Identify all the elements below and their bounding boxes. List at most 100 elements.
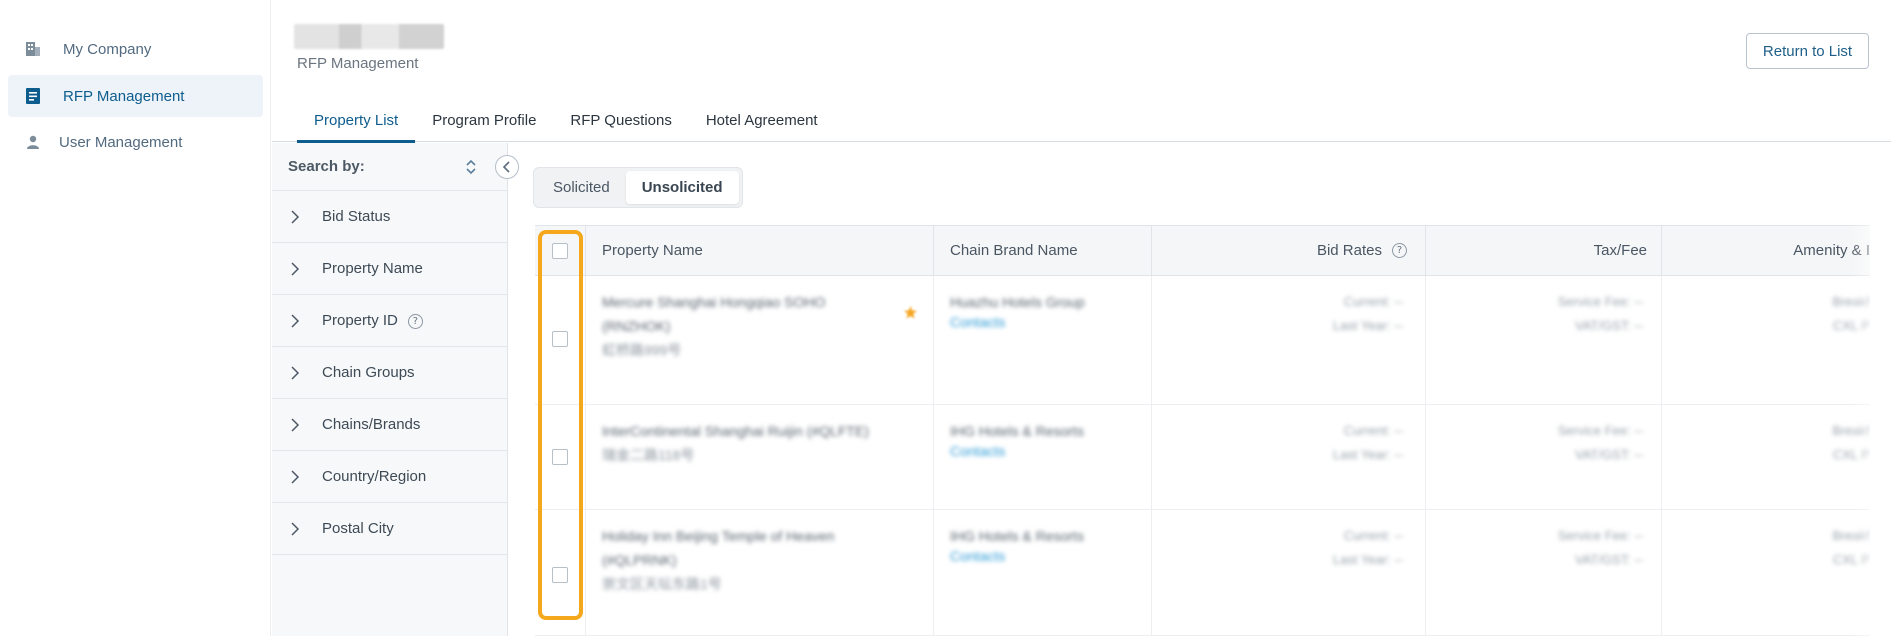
table-row[interactable]: InterContinental Shanghai Ruijin (#QLFTE…: [535, 405, 1870, 510]
star-icon: [904, 306, 917, 319]
filter-item-postal-city[interactable]: Postal City: [272, 503, 507, 555]
header-bid-rates[interactable]: Bid Rates ?: [1151, 226, 1425, 275]
service-fee: Service Fee: --: [1557, 294, 1643, 309]
user-icon: [24, 133, 42, 151]
row-checkbox-cell: [535, 276, 585, 404]
header-checkbox-cell: [535, 226, 585, 275]
header-bid-rates-label: Bid Rates: [1316, 242, 1382, 259]
filter-item-property-name[interactable]: Property Name: [272, 243, 507, 295]
service-fee: Service Fee: --: [1557, 528, 1643, 543]
contacts-link[interactable]: Contacts: [950, 548, 1151, 564]
filter-item-label: Country/Region: [322, 468, 427, 485]
property-table: Property Name Chain Brand Name Bid Rates…: [535, 225, 1870, 636]
bid-current: Current: --: [1343, 294, 1403, 309]
property-code: (RNZHOK): [602, 318, 671, 334]
tax-fee-cell: Service Fee: -- VAT/GST: --: [1425, 510, 1661, 635]
chain-cell: Huazhu Hotels Group Contacts: [933, 276, 1151, 404]
filter-title: Search by:: [288, 158, 365, 175]
filter-item-property-id[interactable]: Property ID?: [272, 295, 507, 347]
filter-header: Search by:: [272, 143, 519, 191]
header-amenity[interactable]: Amenity & I: [1661, 226, 1870, 275]
row-checkbox[interactable]: [552, 567, 568, 583]
row-checkbox[interactable]: [552, 331, 568, 347]
filter-item-label: Property Name: [322, 260, 423, 277]
filter-panel: Search by: Bid Status Property Name Prop…: [272, 143, 519, 636]
toggle-unsolicited[interactable]: Unsolicited: [625, 171, 739, 204]
sidebar: My Company RFP Management User Managemen…: [0, 0, 271, 636]
property-name[interactable]: Holiday Inn Beijing Temple of Heaven: [602, 524, 933, 548]
tab-bar: Property List Program Profile RFP Questi…: [297, 108, 835, 143]
filter-item-label: Postal City: [322, 520, 394, 537]
filter-item-chains-brands[interactable]: Chains/Brands: [272, 399, 507, 451]
filter-item-bid-status[interactable]: Bid Status: [272, 191, 507, 243]
vat-gst: VAT/GST: --: [1574, 318, 1643, 333]
chevron-right-icon: [290, 210, 300, 224]
bid-current: Current: --: [1343, 528, 1403, 543]
contacts-link[interactable]: Contacts: [950, 314, 1151, 330]
company-name-redacted: [294, 24, 444, 49]
property-name[interactable]: InterContinental Shanghai Ruijin (#QLFTE…: [602, 419, 933, 443]
chain-name: IHG Hotels & Resorts: [950, 528, 1084, 544]
property-name-cell: Mercure Shanghai Hongqiao SOHO (RNZHOK) …: [585, 276, 933, 404]
row-checkbox-cell: [535, 405, 585, 509]
sort-toggle-icon[interactable]: [464, 157, 478, 177]
collapse-panel-button[interactable]: [495, 155, 519, 179]
bid-last-year: Last Year: --: [1332, 318, 1403, 333]
service-fee: Service Fee: --: [1557, 423, 1643, 438]
tax-fee-cell: Service Fee: -- VAT/GST: --: [1425, 405, 1661, 509]
tab-rfp-questions[interactable]: RFP Questions: [553, 108, 688, 142]
sidebar-item-label: My Company: [63, 40, 152, 58]
property-address: 瑞金二路118号: [602, 447, 695, 463]
bid-last-year: Last Year: --: [1332, 447, 1403, 462]
return-to-list-button[interactable]: Return to List: [1746, 33, 1869, 69]
header-property-name[interactable]: Property Name: [585, 226, 933, 275]
header-tax-fee[interactable]: Tax/Fee: [1425, 226, 1661, 275]
vat-gst: VAT/GST: --: [1574, 552, 1643, 567]
bid-rates-cell: Current: -- Last Year: --: [1151, 276, 1425, 404]
tax-fee-cell: Service Fee: -- VAT/GST: --: [1425, 276, 1661, 404]
amenity-breakfast: Breakf: [1832, 528, 1870, 543]
document-icon: [24, 87, 42, 105]
chain-name: IHG Hotels & Resorts: [950, 423, 1084, 439]
select-all-checkbox[interactable]: [552, 242, 568, 259]
page-header: RFP Management Return to List Property L…: [272, 0, 1891, 143]
amenity-cell: Breakf CXL P: [1661, 510, 1870, 635]
amenity-cxl: CXL P: [1832, 447, 1870, 462]
property-name-cell: Holiday Inn Beijing Temple of Heaven (#Q…: [585, 510, 933, 635]
table-row[interactable]: Holiday Inn Beijing Temple of Heaven (#Q…: [535, 510, 1870, 636]
property-name-cell: InterContinental Shanghai Ruijin (#QLFTE…: [585, 405, 933, 509]
table-row[interactable]: Mercure Shanghai Hongqiao SOHO (RNZHOK) …: [535, 276, 1870, 405]
tab-hotel-agreement[interactable]: Hotel Agreement: [689, 108, 835, 142]
chevron-left-icon: [502, 161, 510, 173]
tab-property-list[interactable]: Property List: [297, 108, 416, 143]
sidebar-item-my-company[interactable]: My Company: [8, 28, 263, 70]
table-header: Property Name Chain Brand Name Bid Rates…: [535, 225, 1870, 276]
amenity-cell: Breakf CXL P: [1661, 276, 1870, 404]
property-code: (#QLPRNK): [602, 552, 677, 568]
tab-program-profile[interactable]: Program Profile: [415, 108, 553, 142]
row-checkbox[interactable]: [552, 449, 568, 465]
amenity-cxl: CXL P: [1832, 552, 1870, 567]
chain-name: Huazhu Hotels Group: [950, 294, 1085, 310]
bid-rates-cell: Current: -- Last Year: --: [1151, 405, 1425, 509]
chain-cell: IHG Hotels & Resorts Contacts: [933, 510, 1151, 635]
header-chain-brand[interactable]: Chain Brand Name: [933, 226, 1151, 275]
sidebar-item-user-management[interactable]: User Management: [8, 121, 263, 163]
sidebar-item-rfp-management[interactable]: RFP Management: [8, 75, 263, 117]
sidebar-item-label: RFP Management: [63, 87, 185, 105]
sidebar-item-label: User Management: [59, 133, 183, 151]
filter-item-country-region[interactable]: Country/Region: [272, 451, 507, 503]
filter-item-label: Chain Groups: [322, 364, 415, 381]
help-icon[interactable]: ?: [407, 313, 423, 329]
amenity-breakfast: Breakf: [1832, 423, 1870, 438]
filter-item-chain-groups[interactable]: Chain Groups: [272, 347, 507, 399]
property-name[interactable]: Mercure Shanghai Hongqiao SOHO: [602, 290, 933, 314]
contacts-link[interactable]: Contacts: [950, 443, 1151, 459]
toggle-solicited[interactable]: Solicited: [537, 171, 626, 204]
help-icon[interactable]: ?: [1392, 243, 1407, 258]
solicitation-toggle: Solicited Unsolicited: [533, 167, 743, 208]
breadcrumb: RFP Management: [297, 55, 419, 72]
bid-last-year: Last Year: --: [1332, 552, 1403, 567]
bid-current: Current: --: [1343, 423, 1403, 438]
chevron-right-icon: [290, 262, 300, 276]
